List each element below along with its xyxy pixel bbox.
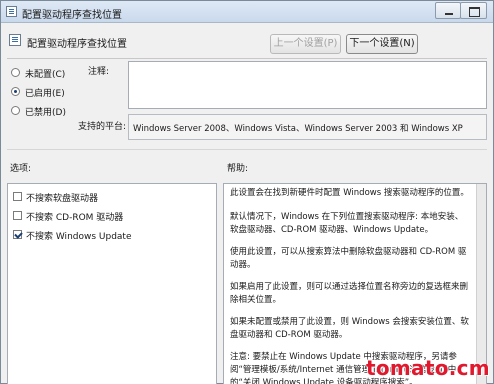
radio-not-configured-control[interactable] xyxy=(11,68,20,77)
comment-label: 注释: xyxy=(88,67,110,77)
policy-setting-window: 配置驱动程序查找位置 配置驱动程序查找位置 上一个设置(P) 下一个设置(N) … xyxy=(0,0,494,384)
options-label: 选项: xyxy=(10,164,32,174)
option-no-floppy-label: 不搜索软盘驱动器 xyxy=(26,194,99,204)
minimize-button[interactable] xyxy=(435,2,461,19)
title-bar[interactable]: 配置驱动程序查找位置 xyxy=(1,1,493,23)
window-title: 配置驱动程序查找位置 xyxy=(22,10,122,21)
comment-textarea[interactable] xyxy=(128,61,487,109)
help-paragraph: 如果未配置或禁用了此设置，则 Windows 会搜索安装位置、软盘驱动器和 CD… xyxy=(230,317,469,340)
header-divider xyxy=(7,58,487,59)
option-no-cdrom-checkbox[interactable] xyxy=(13,211,22,220)
policy-setting-icon xyxy=(6,6,17,17)
radio-enabled-control[interactable] xyxy=(11,87,20,96)
option-no-floppy-checkbox[interactable] xyxy=(13,192,22,201)
help-pane[interactable]: 此设置会在找到新硬件时配置 Windows 搜索驱动程序的位置。 默认情况下，W… xyxy=(223,183,487,384)
section-divider xyxy=(7,149,487,150)
help-paragraph: 此设置会在找到新硬件时配置 Windows 搜索驱动程序的位置。 xyxy=(230,188,469,198)
maximize-button[interactable] xyxy=(460,2,487,19)
platform-field: Windows Server 2008、Windows Vista、Window… xyxy=(128,114,487,140)
setting-header-icon xyxy=(9,34,21,46)
platform-label: 支持的平台: xyxy=(78,122,127,132)
watermark-text: tomato.cm xyxy=(366,356,490,380)
setting-header-title: 配置驱动程序查找位置 xyxy=(27,39,127,50)
radio-disabled-label: 已禁用(D) xyxy=(25,108,66,118)
option-no-cdrom-label: 不搜索 CD-ROM 驱动器 xyxy=(26,213,124,223)
radio-not-configured-label: 未配置(C) xyxy=(25,70,66,80)
option-no-windows-update-label: 不搜索 Windows Update xyxy=(26,232,132,242)
radio-disabled-control[interactable] xyxy=(11,106,20,115)
next-setting-button[interactable]: 下一个设置(N) xyxy=(346,34,418,54)
previous-setting-button[interactable]: 上一个设置(P) xyxy=(270,34,341,54)
help-paragraph: 如果启用了此设置，则可以通过选择位置名称旁边的复选框来删除相关位置。 xyxy=(230,282,469,305)
help-scrollbar[interactable] xyxy=(476,184,486,384)
help-paragraph: 默认情况下，Windows 在下列位置搜索驱动程序: 本地安装、软盘驱动器、CD… xyxy=(230,212,464,235)
help-paragraph: 使用此设置，可以从搜索算法中删除软盘驱动器和 CD-ROM 驱动器。 xyxy=(230,247,467,270)
platform-value: Windows Server 2008、Windows Vista、Window… xyxy=(133,124,463,134)
options-pane: 不搜索软盘驱动器 不搜索 CD-ROM 驱动器 不搜索 Windows Upda… xyxy=(7,183,217,384)
help-label: 帮助: xyxy=(227,164,249,174)
radio-enabled-label: 已启用(E) xyxy=(25,89,65,99)
option-no-windows-update-checkbox[interactable] xyxy=(13,230,22,239)
